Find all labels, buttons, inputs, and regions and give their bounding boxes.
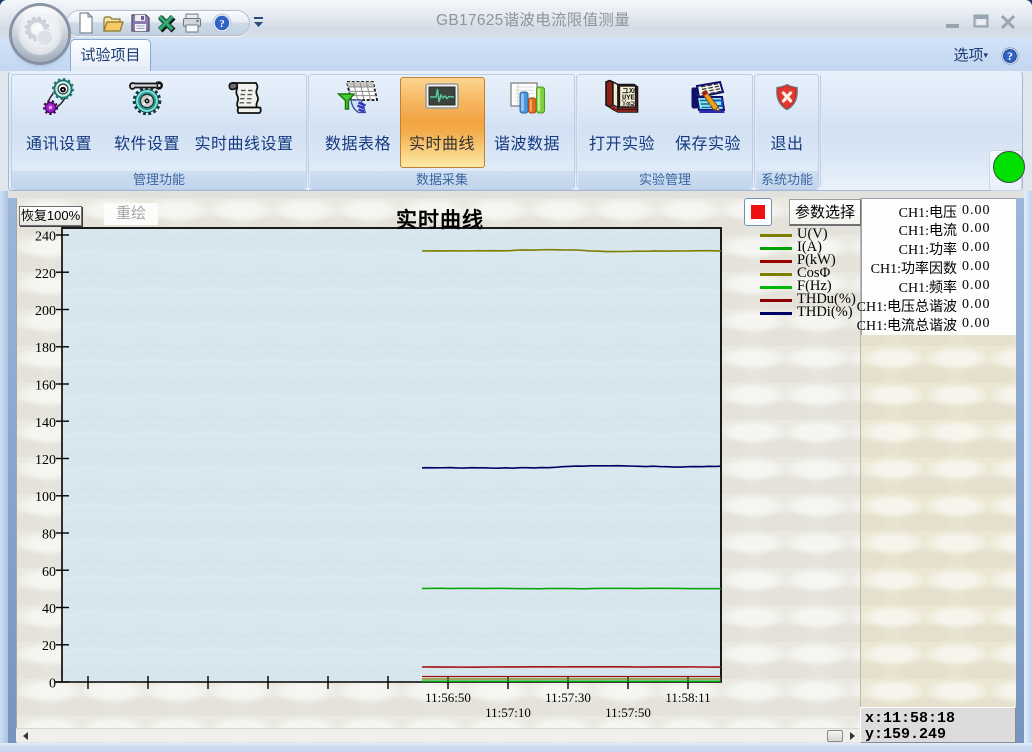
svg-text:180: 180 — [35, 341, 56, 356]
svg-text:?: ? — [219, 18, 225, 30]
svg-text:20: 20 — [42, 639, 56, 654]
svg-text:140: 140 — [35, 416, 56, 431]
svg-text:220: 220 — [35, 267, 56, 282]
svg-text:0: 0 — [49, 677, 56, 692]
svg-text:11:57:50: 11:57:50 — [605, 705, 651, 720]
svg-text:80: 80 — [42, 528, 56, 543]
svg-text:11:57:30: 11:57:30 — [545, 690, 591, 705]
svg-text:60: 60 — [42, 565, 56, 580]
svg-text:240: 240 — [35, 230, 56, 245]
svg-text:?: ? — [1007, 51, 1013, 63]
svg-text:200: 200 — [35, 304, 56, 319]
svg-text:╳⊙⊇: ╳⊙⊇ — [621, 99, 635, 109]
svg-text:120: 120 — [35, 453, 56, 468]
svg-text:11:58:11: 11:58:11 — [665, 690, 710, 705]
svg-text:11:56:50: 11:56:50 — [425, 690, 471, 705]
svg-text:160: 160 — [35, 379, 56, 394]
svg-text:40: 40 — [42, 602, 56, 617]
svg-text:100: 100 — [35, 490, 56, 505]
svg-text:11:57:10: 11:57:10 — [485, 705, 531, 720]
